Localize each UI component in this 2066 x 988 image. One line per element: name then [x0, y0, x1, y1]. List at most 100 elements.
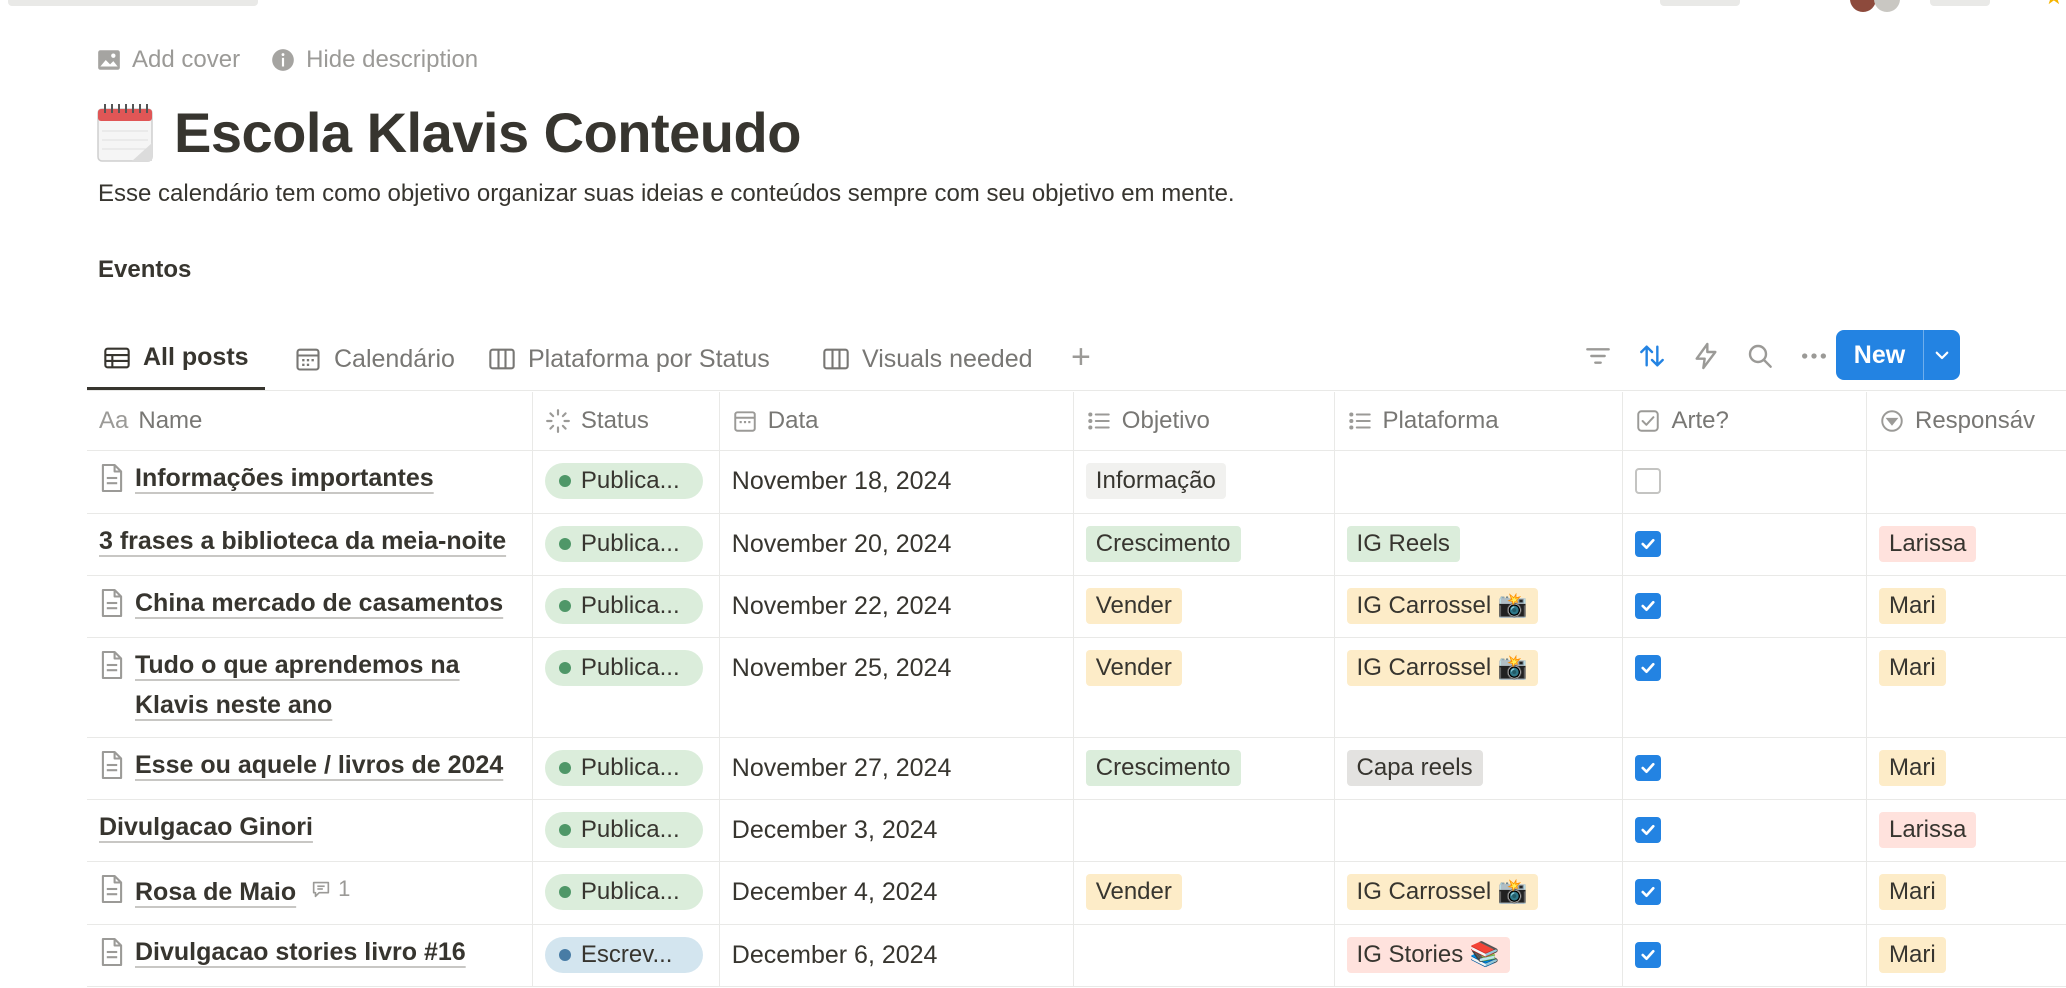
cell-arte[interactable] [1622, 575, 1867, 638]
row-title[interactable]: Divulgacao stories livro #16 [135, 938, 466, 966]
cell-name[interactable]: Divulgacao stories livro #16 [87, 924, 533, 987]
cell-arte[interactable] [1622, 513, 1867, 576]
status-badge[interactable]: Publica... [544, 587, 703, 624]
cell-objetivo[interactable]: Vender [1073, 637, 1335, 738]
column-header-responsavel[interactable]: Responsáv [1866, 392, 2066, 451]
cell-name[interactable]: Divulgacao Ginori [87, 799, 533, 862]
table-row[interactable]: Divulgacao stories livro #16 Escrev... Dec… [87, 924, 2066, 987]
avatar[interactable] [1874, 0, 1900, 12]
table-row[interactable]: China mercado de casamentos Publica... Nov… [87, 575, 2066, 638]
page-description[interactable]: Esse calendário tem como objetivo organi… [98, 180, 1235, 208]
status-badge[interactable]: Escrev... [544, 936, 703, 973]
cell-status[interactable]: Publica... [532, 861, 720, 925]
column-header-name[interactable]: Aa Name [87, 392, 533, 451]
cell-name[interactable]: 3 frases a biblioteca da meia-noite [87, 513, 533, 576]
tab-plataforma-por-status[interactable]: Plataforma por Status [472, 328, 786, 390]
table-row[interactable]: Divulgacao Ginori Publica... December 3, 2… [87, 799, 2066, 862]
column-header-objetivo[interactable]: Objetivo [1073, 392, 1335, 451]
cell-status[interactable]: Escrev... [532, 924, 720, 987]
cell-plataforma[interactable]: Capa reels [1334, 737, 1624, 800]
cell-date[interactable]: December 4, 2024 [719, 861, 1074, 925]
column-header-data[interactable]: Data [719, 392, 1074, 451]
table-row[interactable]: Tudo o que aprendemos na Klavis neste an… [87, 637, 2066, 738]
add-cover-button[interactable]: Add cover [96, 46, 240, 74]
cell-status[interactable]: Publica... [532, 450, 720, 514]
cell-arte[interactable] [1622, 637, 1867, 738]
cell-status[interactable]: Publica... [532, 575, 720, 638]
cell-status[interactable]: Publica... [532, 737, 720, 800]
calendar-page-icon[interactable] [96, 103, 154, 163]
column-header-arte[interactable]: Arte? [1622, 392, 1867, 451]
table-row[interactable]: Informações importantes Publica... Novembe… [87, 450, 2066, 514]
cell-responsavel[interactable]: Mari [1866, 861, 2066, 925]
cell-plataforma[interactable]: IG Carrossel 📸 [1334, 637, 1624, 738]
status-badge[interactable]: Publica... [544, 811, 703, 848]
arte-checkbox[interactable] [1635, 592, 1662, 619]
automation-icon[interactable] [1690, 340, 1722, 372]
cell-plataforma[interactable]: IG Stories 📚 [1334, 924, 1624, 987]
cell-responsavel[interactable] [1866, 450, 2066, 514]
status-badge[interactable]: Publica... [544, 749, 703, 786]
cell-responsavel[interactable]: Mari [1866, 924, 2066, 987]
cell-plataforma[interactable]: IG Carrossel 📸 [1334, 861, 1624, 925]
cell-date[interactable]: November 18, 2024 [719, 450, 1074, 514]
breadcrumb-fragment[interactable] [8, 0, 258, 6]
arte-checkbox[interactable] [1635, 467, 1662, 494]
cell-date[interactable]: November 25, 2024 [719, 637, 1074, 738]
cell-plataforma[interactable]: IG Carrossel 📸 [1334, 575, 1624, 638]
cell-responsavel[interactable]: Mari [1866, 575, 2066, 638]
status-badge[interactable]: Publica... [544, 649, 703, 686]
arte-checkbox[interactable] [1635, 754, 1662, 781]
cell-name[interactable]: Informações importantes [87, 450, 533, 514]
share-fragment[interactable] [1930, 0, 1990, 6]
cell-date[interactable]: December 3, 2024 [719, 799, 1074, 862]
arte-checkbox[interactable] [1635, 654, 1662, 681]
cell-arte[interactable] [1622, 799, 1867, 862]
cell-arte[interactable] [1622, 450, 1867, 514]
table-row[interactable]: 3 frases a biblioteca da meia-noite Publi… [87, 513, 2066, 576]
cell-arte[interactable] [1622, 861, 1867, 925]
cell-objetivo[interactable] [1073, 924, 1335, 987]
filter-icon[interactable] [1582, 340, 1614, 372]
cell-responsavel[interactable]: Larissa [1866, 513, 2066, 576]
table-row[interactable]: Esse ou aquele / livros de 2024 Publica..… [87, 737, 2066, 800]
new-options-button[interactable] [1924, 330, 1960, 380]
cell-arte[interactable] [1622, 737, 1867, 800]
cell-plataforma[interactable] [1334, 799, 1624, 862]
new-button[interactable]: New [1836, 330, 1924, 380]
cell-objetivo[interactable]: Crescimento [1073, 513, 1335, 576]
cell-date[interactable]: November 22, 2024 [719, 575, 1074, 638]
row-title[interactable]: Esse ou aquele / livros de 2024 [135, 751, 503, 779]
avatar[interactable] [1850, 0, 1876, 12]
column-header-plataforma[interactable]: Plataforma [1334, 392, 1624, 451]
cell-name[interactable]: Rosa de Maio 1 [87, 861, 533, 925]
column-header-status[interactable]: Status [532, 392, 720, 451]
row-title[interactable]: Rosa de Maio [135, 878, 296, 906]
status-badge[interactable]: Publica... [544, 462, 703, 499]
status-badge[interactable]: Publica... [544, 525, 703, 562]
cell-status[interactable]: Publica... [532, 637, 720, 738]
cell-status[interactable]: Publica... [532, 513, 720, 576]
row-title[interactable]: Divulgacao Ginori [99, 813, 313, 841]
arte-checkbox[interactable] [1635, 878, 1662, 905]
cell-arte[interactable] [1622, 924, 1867, 987]
tab-visuals-needed[interactable]: Visuals needed [806, 328, 1049, 390]
cell-name[interactable]: Tudo o que aprendemos na Klavis neste an… [87, 637, 533, 738]
cell-objetivo[interactable]: Vender [1073, 861, 1335, 925]
row-title[interactable]: Informações importantes [135, 464, 434, 492]
cell-responsavel[interactable]: Mari [1866, 637, 2066, 738]
sort-icon[interactable] [1636, 340, 1668, 372]
cell-objetivo[interactable] [1073, 799, 1335, 862]
status-badge[interactable]: Publica... [544, 873, 703, 910]
arte-checkbox[interactable] [1635, 941, 1662, 968]
page-title[interactable]: Escola Klavis Conteudo [174, 100, 801, 165]
arte-checkbox[interactable] [1635, 816, 1662, 843]
row-title[interactable]: Tudo o que aprendemos na Klavis neste an… [135, 651, 460, 719]
cell-objetivo[interactable]: Vender [1073, 575, 1335, 638]
cell-objetivo[interactable]: Crescimento [1073, 737, 1335, 800]
tab-calendario[interactable]: Calendário [278, 328, 471, 390]
cell-date[interactable]: December 6, 2024 [719, 924, 1074, 987]
arte-checkbox[interactable] [1635, 530, 1662, 557]
cell-date[interactable]: November 20, 2024 [719, 513, 1074, 576]
cell-responsavel[interactable]: Larissa [1866, 799, 2066, 862]
